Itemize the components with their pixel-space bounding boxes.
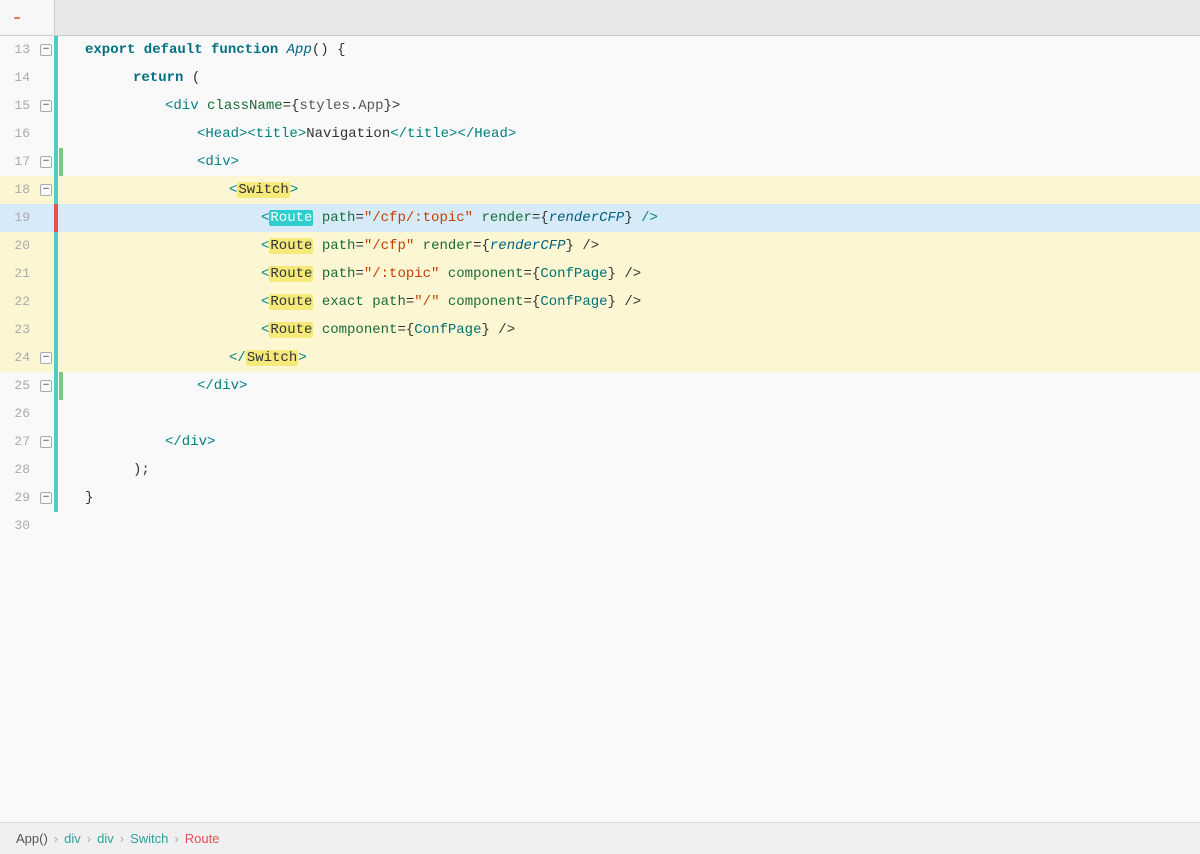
line-number: 17: [0, 148, 38, 176]
fold-icon[interactable]: −: [40, 436, 52, 448]
line-number: 13: [0, 36, 38, 64]
breadcrumb-separator: ›: [174, 831, 178, 846]
fold-icon[interactable]: −: [40, 184, 52, 196]
fold-gutter: [38, 456, 54, 484]
line-number: 29: [0, 484, 38, 512]
breadcrumb-item[interactable]: App(): [16, 831, 48, 846]
jsx-badge: [14, 17, 20, 19]
fold-gutter: [38, 64, 54, 92]
code-line: <div>: [77, 148, 1200, 176]
line-row: 30: [0, 512, 1200, 540]
line-row: 14 return (: [0, 64, 1200, 92]
line-number: 19: [0, 204, 38, 232]
line-number: 30: [0, 512, 38, 540]
line-row: 20 <Route path="/cfp" render={renderCFP}…: [0, 232, 1200, 260]
fold-icon[interactable]: −: [40, 100, 52, 112]
line-number: 20: [0, 232, 38, 260]
breadcrumb-item[interactable]: div: [64, 831, 81, 846]
code-line: </Switch>: [77, 344, 1200, 372]
code-line: }: [77, 484, 1200, 512]
line-number: 16: [0, 120, 38, 148]
line-row: 23 <Route component={ConfPage} />: [0, 316, 1200, 344]
line-number: 24: [0, 344, 38, 372]
code-line: <Route path="/cfp/:topic" render={render…: [77, 204, 1200, 232]
line-row: 28 );: [0, 456, 1200, 484]
fold-gutter: −: [38, 92, 54, 120]
fold-icon[interactable]: −: [40, 44, 52, 56]
fold-gutter: [38, 512, 54, 540]
breadcrumb-item[interactable]: Switch: [130, 831, 168, 846]
code-line: </div>: [77, 372, 1200, 400]
code-line: export default function App() {: [77, 36, 1200, 64]
code-line: <Head><title>Navigation</title></Head>: [77, 120, 1200, 148]
line-number: 28: [0, 456, 38, 484]
line-number: 21: [0, 260, 38, 288]
line-number: 23: [0, 316, 38, 344]
line-row: 29 − }: [0, 484, 1200, 512]
code-line: [77, 400, 1200, 428]
fold-icon[interactable]: −: [40, 380, 52, 392]
fold-gutter: [38, 232, 54, 260]
line-row: 27 − </div>: [0, 428, 1200, 456]
fold-icon[interactable]: −: [40, 352, 52, 364]
code-line: [77, 512, 1200, 540]
line-number: 26: [0, 400, 38, 428]
fold-gutter: [38, 120, 54, 148]
code-line: <Route exact path="/" component={ConfPag…: [77, 288, 1200, 316]
line-row: 17 − <div>: [0, 148, 1200, 176]
code-line: <Route path="/cfp" render={renderCFP} />: [77, 232, 1200, 260]
line-row: 22 <Route exact path="/" component={Conf…: [0, 288, 1200, 316]
line-row: 25 − </div>: [0, 372, 1200, 400]
fold-icon[interactable]: −: [40, 492, 52, 504]
line-row: 19 <Route path="/cfp/:topic" render={ren…: [0, 204, 1200, 232]
fold-gutter: −: [38, 148, 54, 176]
line-row: 13 − export default function App() {: [0, 36, 1200, 64]
line-number: 25: [0, 372, 38, 400]
fold-gutter: −: [38, 372, 54, 400]
fold-gutter: −: [38, 428, 54, 456]
code-line: <Route component={ConfPage} />: [77, 316, 1200, 344]
file-tab[interactable]: [0, 0, 55, 35]
code-line: <div className={styles.App}>: [77, 92, 1200, 120]
fold-gutter: [38, 316, 54, 344]
line-number: 27: [0, 428, 38, 456]
code-line: </div>: [77, 428, 1200, 456]
line-row: 18 − <Switch>: [0, 176, 1200, 204]
fold-gutter: [38, 288, 54, 316]
code-line: <Route path="/:topic" component={ConfPag…: [77, 260, 1200, 288]
tab-bar: [0, 0, 1200, 36]
code-area: 13 − export default function App() { 14 …: [0, 36, 1200, 822]
fold-icon[interactable]: −: [40, 156, 52, 168]
breadcrumb-separator: ›: [120, 831, 124, 846]
fold-gutter: −: [38, 176, 54, 204]
fold-gutter: −: [38, 484, 54, 512]
fold-gutter: −: [38, 36, 54, 64]
code-content: 13 − export default function App() { 14 …: [0, 36, 1200, 822]
line-number: 22: [0, 288, 38, 316]
breadcrumb-separator: ›: [87, 831, 91, 846]
fold-gutter: [38, 260, 54, 288]
line-number: 18: [0, 176, 38, 204]
code-line: return (: [77, 64, 1200, 92]
code-line: );: [77, 456, 1200, 484]
line-number: 14: [0, 64, 38, 92]
breadcrumb-separator: ›: [54, 831, 58, 846]
line-row: 21 <Route path="/:topic" component={Conf…: [0, 260, 1200, 288]
breadcrumb-item[interactable]: Route: [185, 831, 220, 846]
fold-gutter: [38, 400, 54, 428]
fold-gutter: [38, 204, 54, 232]
line-row: 16 <Head><title>Navigation</title></Head…: [0, 120, 1200, 148]
line-row: 15 − <div className={styles.App}>: [0, 92, 1200, 120]
line-number: 15: [0, 92, 38, 120]
line-row: 26: [0, 400, 1200, 428]
line-row: 24 − </Switch>: [0, 344, 1200, 372]
code-line: <Switch>: [77, 176, 1200, 204]
fold-gutter: −: [38, 344, 54, 372]
status-bar: App() › div › div › Switch › Route: [0, 822, 1200, 854]
breadcrumb-item[interactable]: div: [97, 831, 114, 846]
